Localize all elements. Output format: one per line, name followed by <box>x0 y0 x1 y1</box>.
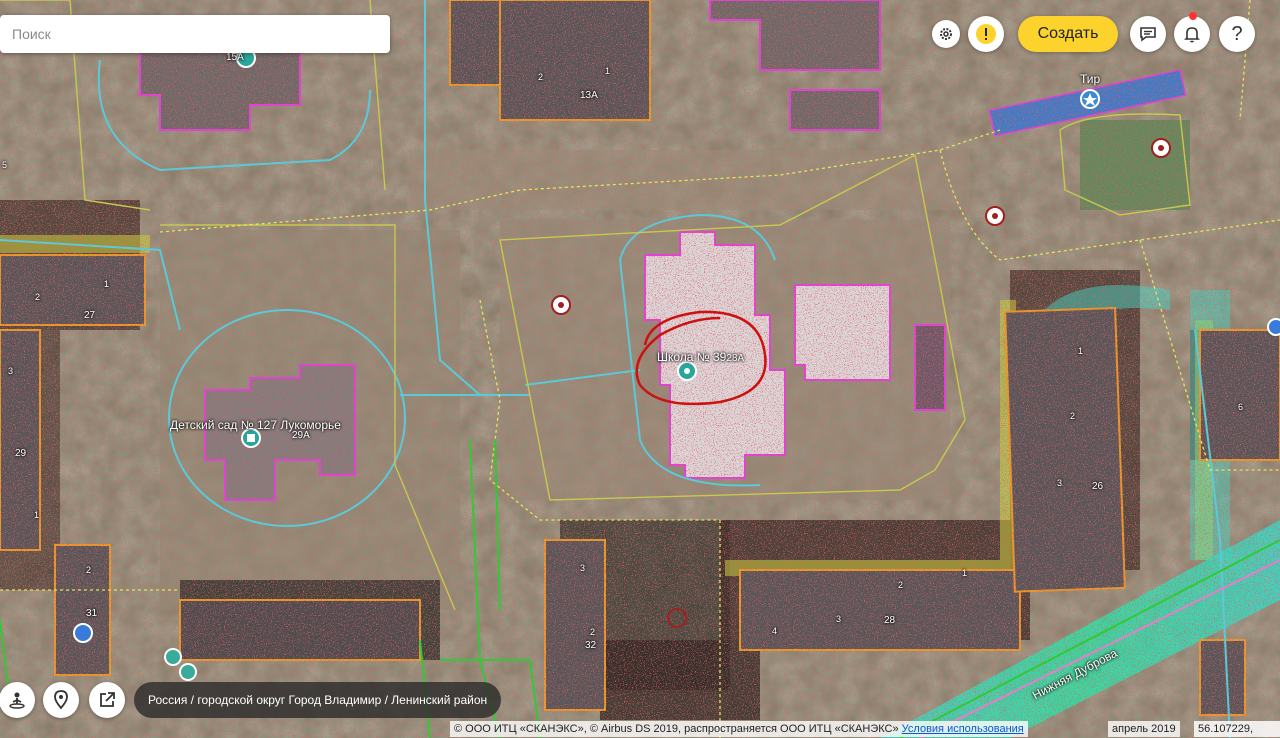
building-number: 32 <box>585 640 597 651</box>
trash-icon[interactable] <box>164 648 182 666</box>
pin-icon <box>54 690 68 710</box>
building-number: 31 <box>86 608 98 619</box>
floor-number: 2 <box>86 565 92 575</box>
bell-icon <box>1184 27 1200 43</box>
terms-link[interactable]: Условия использования <box>902 723 1024 735</box>
chat-icon <box>1140 27 1156 42</box>
floor-number: 3 <box>580 563 586 573</box>
exclamation-icon <box>976 24 996 44</box>
floor-number: 3 <box>1057 478 1063 488</box>
floor-number: 3 <box>836 614 842 624</box>
breadcrumb[interactable]: Россия / городской округ Город Владимир … <box>134 682 502 718</box>
building-number: 15А <box>226 52 244 63</box>
kindergarten-label[interactable]: Детский сад № 127 Лукоморье <box>170 418 341 432</box>
building-number: 26 <box>1092 481 1104 492</box>
floor-number: 1 <box>1078 346 1084 356</box>
satellite-map[interactable] <box>0 0 1280 738</box>
floor-number: 2 <box>35 292 41 302</box>
school-icon[interactable] <box>677 361 697 381</box>
bus-stop-icon[interactable] <box>1267 318 1280 336</box>
person-icon <box>9 692 25 709</box>
external-link-icon <box>100 692 115 707</box>
school-label[interactable]: Школа № 3928А <box>657 350 744 364</box>
notifications-button[interactable] <box>1174 16 1210 52</box>
feedback-button[interactable] <box>1130 16 1166 52</box>
floor-number: 6 <box>1238 402 1244 412</box>
floor-number: 1 <box>34 510 40 520</box>
notification-dot <box>1189 12 1197 20</box>
coordinates[interactable]: 56.107229, 40.3 <box>1194 721 1280 737</box>
building-number: 28 <box>884 615 896 626</box>
imagery-date: апрель 2019 <box>1108 721 1180 737</box>
settings-button[interactable] <box>932 20 960 48</box>
search-input[interactable] <box>0 15 390 53</box>
floor-number: 1 <box>962 568 968 578</box>
building-number: 13А <box>580 90 598 101</box>
sport-icon[interactable] <box>551 295 571 315</box>
floor-number: 2 <box>1070 411 1076 421</box>
transport-icon[interactable] <box>73 623 93 643</box>
help-button[interactable]: ? <box>1219 16 1255 52</box>
floor-number: 2 <box>538 72 544 82</box>
location-button[interactable] <box>43 682 79 718</box>
floor-number: 4 <box>772 626 778 636</box>
gear-icon <box>940 28 952 40</box>
star-icon[interactable] <box>1080 89 1100 109</box>
sport-icon[interactable] <box>1151 138 1171 158</box>
alert-button[interactable] <box>968 16 1004 52</box>
floor-number: 2 <box>898 580 904 590</box>
building-number: 29А <box>292 430 310 441</box>
trash-icon[interactable] <box>179 663 197 681</box>
share-button[interactable] <box>89 682 125 718</box>
floor-number: 1 <box>104 279 110 289</box>
floor-number: 5 <box>2 160 8 170</box>
building-number: 27 <box>84 310 96 321</box>
copyright: © ООО ИТЦ «СКАНЭКС», © Airbus DS 2019, р… <box>450 721 1028 737</box>
sport-icon[interactable] <box>985 206 1005 226</box>
panorama-button[interactable] <box>0 682 35 718</box>
floor-number: 2 <box>590 627 596 637</box>
floor-number: 1 <box>605 66 611 76</box>
floor-number: 3 <box>8 366 14 376</box>
create-button[interactable]: Создать <box>1018 16 1118 52</box>
shooting-range-label[interactable]: Тир <box>1080 72 1100 86</box>
building-number: 29 <box>15 448 27 459</box>
